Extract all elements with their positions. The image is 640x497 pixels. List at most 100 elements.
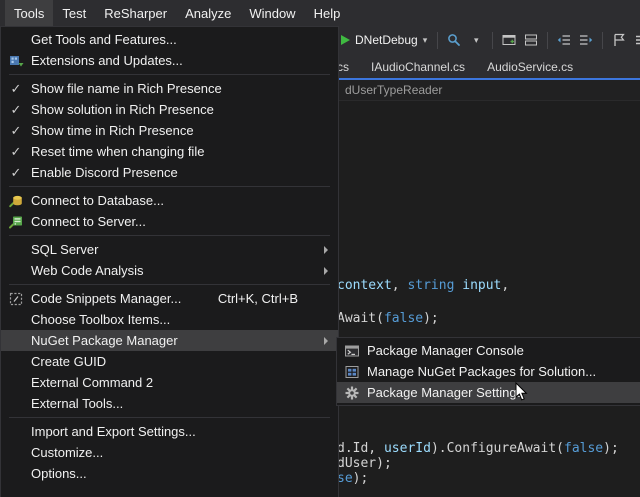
code-line: d.Id, userId).ConfigureAwait(false); <box>337 441 619 456</box>
tools-menu-item-show-file-name-in-rich-presence[interactable]: ✓Show file name in Rich Presence <box>1 78 338 99</box>
tools-menu-item-connect-to-database[interactable]: Connect to Database... <box>1 190 338 211</box>
checkmark-icon: ✓ <box>1 103 31 116</box>
code-token: d.Id, <box>337 441 384 456</box>
menu-item-label: Web Code Analysis <box>31 263 338 278</box>
chevron-down-icon: ▾ <box>423 36 428 45</box>
tools-menu-item-options[interactable]: Options... <box>1 463 338 484</box>
menu-item-label: External Command 2 <box>31 375 338 390</box>
tab-audioservice-cs[interactable]: AudioService.cs <box>476 54 584 80</box>
mouse-cursor <box>515 382 528 402</box>
code-token: string <box>407 278 454 293</box>
tools-menu-item-choose-toolbox-items[interactable]: Choose Toolbox Items... <box>1 309 338 330</box>
menu-item-label: Import and Export Settings... <box>31 424 338 439</box>
tools-menu-item-sql-server[interactable]: SQL Server <box>1 239 338 260</box>
task-list-icon[interactable] <box>632 31 640 49</box>
tools-menu-item-create-guid[interactable]: Create GUID <box>1 351 338 372</box>
tools-menu-item-reset-time-when-changing-file[interactable]: ✓Reset time when changing file <box>1 141 338 162</box>
menu-item-label: Enable Discord Presence <box>31 165 338 180</box>
bookmark-icon[interactable] <box>610 31 628 49</box>
menu-item-label: Choose Toolbox Items... <box>31 312 338 327</box>
menu-item-label: Show time in Rich Presence <box>31 123 338 138</box>
menubar-item-analyze[interactable]: Analyze <box>176 0 240 26</box>
checkmark-icon: ✓ <box>1 124 31 137</box>
menu-separator <box>9 74 330 75</box>
database-icon <box>1 193 31 209</box>
menu-separator <box>9 186 330 187</box>
code-token: false <box>384 311 423 326</box>
navigate-backward-icon[interactable] <box>555 31 573 49</box>
menu-item-label: External Tools... <box>31 396 338 411</box>
nuget-submenu-item-package-manager-settings[interactable]: Package Manager Settings <box>337 382 640 403</box>
console-icon <box>337 343 367 359</box>
tools-menu-item-extensions-and-updates[interactable]: Extensions and Updates... <box>1 50 338 71</box>
dropdown-arrow-icon[interactable]: ▾ <box>467 31 485 49</box>
menubar-item-test[interactable]: Test <box>53 0 95 26</box>
code-token: ); <box>353 471 369 486</box>
nuget-submenu-item-package-manager-console[interactable]: Package Manager Console <box>337 340 640 361</box>
submenu-arrow-icon <box>324 246 328 254</box>
code-line: se); <box>337 471 368 486</box>
gear-icon <box>337 385 367 401</box>
menu-item-label: Connect to Server... <box>31 214 338 229</box>
menubar-item-resharper[interactable]: ReSharper <box>95 0 176 26</box>
menu-separator <box>9 417 330 418</box>
menu-item-label: NuGet Package Manager <box>31 333 338 348</box>
tools-menu: Get Tools and Features... Extensions and … <box>0 26 339 497</box>
attach-to-process-icon[interactable] <box>445 31 463 49</box>
tools-menu-item-connect-to-server[interactable]: Connect to Server... <box>1 211 338 232</box>
manage-packages-icon <box>337 364 367 380</box>
menubar-item-window[interactable]: Window <box>240 0 304 26</box>
code-token: false <box>564 441 603 456</box>
tools-menu-item-external-command-2[interactable]: External Command 2 <box>1 372 338 393</box>
menu-bar: ToolsTestReSharperAnalyzeWindowHelp <box>0 0 640 26</box>
start-debugging-button[interactable]: DNetDebug▾ <box>338 31 430 49</box>
checkmark-icon: ✓ <box>1 82 31 95</box>
menu-item-label: Connect to Database... <box>31 193 338 208</box>
checkmark-icon: ✓ <box>1 166 31 179</box>
menu-item-label: Create GUID <box>31 354 338 369</box>
tools-menu-item-nuget-package-manager[interactable]: NuGet Package Manager <box>1 330 338 351</box>
tools-menu-item-customize[interactable]: Customize... <box>1 442 338 463</box>
menu-item-label: Extensions and Updates... <box>31 53 338 68</box>
tools-menu-item-web-code-analysis[interactable]: Web Code Analysis <box>1 260 338 281</box>
menu-item-label: Customize... <box>31 445 338 460</box>
toolbar-separator <box>547 32 548 49</box>
extensions-icon <box>1 53 31 69</box>
submenu-arrow-icon <box>324 337 328 345</box>
menubar-item-help[interactable]: Help <box>305 0 350 26</box>
preview-window-icon[interactable] <box>500 31 518 49</box>
tools-menu-item-import-and-export-settings[interactable]: Import and Export Settings... <box>1 421 338 442</box>
code-token: ); <box>603 441 619 456</box>
menu-item-label: Manage NuGet Packages for Solution... <box>367 364 640 379</box>
breadcrumb-text: dUserTypeReader <box>345 83 442 97</box>
toolbar-separator <box>492 32 493 49</box>
menubar-item-tools[interactable]: Tools <box>5 0 53 26</box>
menu-item-shortcut: Ctrl+K, Ctrl+B <box>218 291 298 306</box>
nuget-submenu-item-manage-nuget-packages-for-solution[interactable]: Manage NuGet Packages for Solution... <box>337 361 640 382</box>
tools-menu-item-show-solution-in-rich-presence[interactable]: ✓Show solution in Rich Presence <box>1 99 338 120</box>
tools-menu-item-enable-discord-presence[interactable]: ✓Enable Discord Presence <box>1 162 338 183</box>
tab-iaudiochannel-cs[interactable]: IAudioChannel.cs <box>360 54 476 80</box>
code-token: context <box>337 278 392 293</box>
menu-item-label: Show solution in Rich Presence <box>31 102 338 117</box>
toolbar-separator <box>437 32 438 49</box>
code-line: context, string input, <box>337 278 509 293</box>
code-line: dUser); <box>337 456 392 471</box>
menu-item-label: Package Manager Console <box>367 343 640 358</box>
code-token: se <box>337 471 353 486</box>
code-token: userId <box>384 441 431 456</box>
new-window-icon[interactable] <box>522 31 540 49</box>
code-token: input <box>454 278 501 293</box>
tools-menu-item-get-tools-and-features[interactable]: Get Tools and Features... <box>1 29 338 50</box>
tools-menu-item-code-snippets-manager[interactable]: Code Snippets Manager...Ctrl+K, Ctrl+B <box>1 288 338 309</box>
nuget-package-manager-submenu: Package Manager Console Manage NuGet Pack… <box>336 337 640 406</box>
code-line: Await(false); <box>337 311 439 326</box>
tools-menu-item-external-tools[interactable]: External Tools... <box>1 393 338 414</box>
server-icon <box>1 214 31 230</box>
code-token: ); <box>423 311 439 326</box>
menu-item-label: Show file name in Rich Presence <box>31 81 338 96</box>
tools-menu-item-show-time-in-rich-presence[interactable]: ✓Show time in Rich Presence <box>1 120 338 141</box>
code-token: dUser); <box>337 456 392 471</box>
submenu-arrow-icon <box>324 267 328 275</box>
navigate-forward-icon[interactable] <box>577 31 595 49</box>
